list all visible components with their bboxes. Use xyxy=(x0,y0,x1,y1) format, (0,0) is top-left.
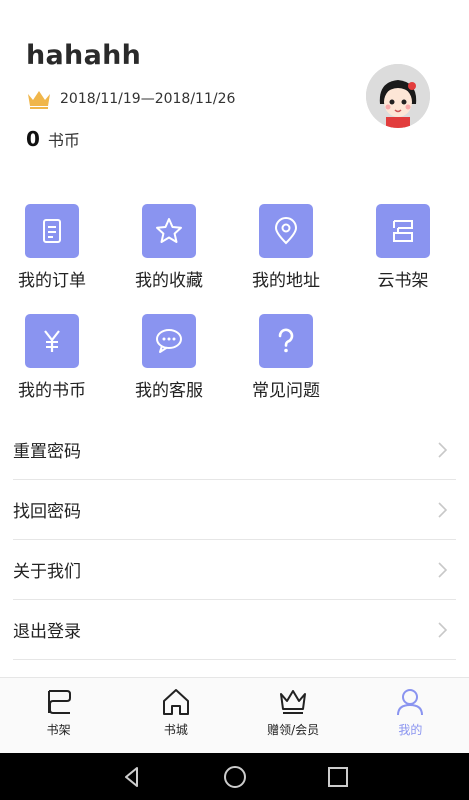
chevron-right-icon xyxy=(438,622,448,638)
grid-label: 我的客服 xyxy=(135,381,203,401)
username: hahahh xyxy=(26,40,142,71)
chevron-right-icon xyxy=(438,562,448,578)
grid-label: 我的订单 xyxy=(18,271,86,291)
bookshelf-icon xyxy=(47,690,71,714)
tab-mine[interactable]: 我的 xyxy=(352,678,469,753)
tab-label: 我的 xyxy=(398,723,423,737)
menu-label: 退出登录 xyxy=(13,622,81,642)
crown-icon xyxy=(28,91,50,109)
cloud-shelf-icon xyxy=(376,204,430,258)
tab-label: 书架 xyxy=(46,723,71,737)
grid-item-cloud-shelf[interactable]: 云书架 xyxy=(348,204,458,291)
grid-item-address[interactable]: 我的地址 xyxy=(231,204,341,291)
grid-label: 我的地址 xyxy=(252,271,320,291)
grid-label: 云书架 xyxy=(377,271,429,291)
system-navigation-bar xyxy=(0,753,469,800)
avatar[interactable] xyxy=(366,64,430,128)
tab-gift-membership[interactable]: 赠领/会员 xyxy=(235,678,352,753)
yen-icon xyxy=(25,314,79,368)
back-icon[interactable] xyxy=(120,765,144,789)
tab-label: 赠领/会员 xyxy=(267,723,320,737)
grid-label: 我的书币 xyxy=(18,381,86,401)
menu-label: 重置密码 xyxy=(13,442,81,462)
order-icon xyxy=(25,204,79,258)
grid-label: 我的收藏 xyxy=(135,271,203,291)
chat-icon xyxy=(142,314,196,368)
menu-label: 找回密码 xyxy=(13,502,81,522)
chevron-right-icon xyxy=(438,502,448,518)
chevron-right-icon xyxy=(438,442,448,458)
grid-item-favorites[interactable]: 我的收藏 xyxy=(114,204,224,291)
tab-label: 书城 xyxy=(163,723,188,737)
vip-date-range: 2018/11/19—2018/11/26 xyxy=(60,91,236,107)
menu-item-reset-password[interactable]: 重置密码 xyxy=(13,420,456,480)
crown-icon xyxy=(280,690,307,714)
recents-icon[interactable] xyxy=(326,765,350,789)
tab-bookstore[interactable]: 书城 xyxy=(117,678,234,753)
grid-item-faq[interactable]: 常见问题 xyxy=(231,314,341,401)
coin-count: 0 xyxy=(26,127,40,151)
coin-balance[interactable]: 0 书币 xyxy=(26,127,80,151)
question-icon xyxy=(259,314,313,368)
location-icon xyxy=(259,204,313,258)
grid-label: 常见问题 xyxy=(252,381,320,401)
star-icon xyxy=(142,204,196,258)
home-icon[interactable] xyxy=(223,765,247,789)
tab-bookshelf[interactable]: 书架 xyxy=(0,678,117,753)
bookstore-icon xyxy=(162,689,189,715)
coin-unit: 书币 xyxy=(47,131,80,150)
user-icon xyxy=(397,689,424,716)
menu-label: 关于我们 xyxy=(13,562,81,582)
menu-item-recover-password[interactable]: 找回密码 xyxy=(13,480,456,540)
profile-header: hahahh 2018/11/19—2018/11/26 0 书币 xyxy=(0,0,469,180)
grid-item-orders[interactable]: 我的订单 xyxy=(0,204,107,291)
vip-period: 2018/11/19—2018/11/26 xyxy=(26,88,235,110)
menu-item-about-us[interactable]: 关于我们 xyxy=(13,540,456,600)
bottom-tab-bar: 书架 书城 赠领/会员 我的 xyxy=(0,677,469,753)
avatar-image xyxy=(366,64,430,128)
menu-item-logout[interactable]: 退出登录 xyxy=(13,600,456,660)
grid-item-support[interactable]: 我的客服 xyxy=(114,314,224,401)
settings-menu: 重置密码 找回密码 关于我们 退出登录 xyxy=(0,420,469,660)
grid-item-coins[interactable]: 我的书币 xyxy=(0,314,107,401)
